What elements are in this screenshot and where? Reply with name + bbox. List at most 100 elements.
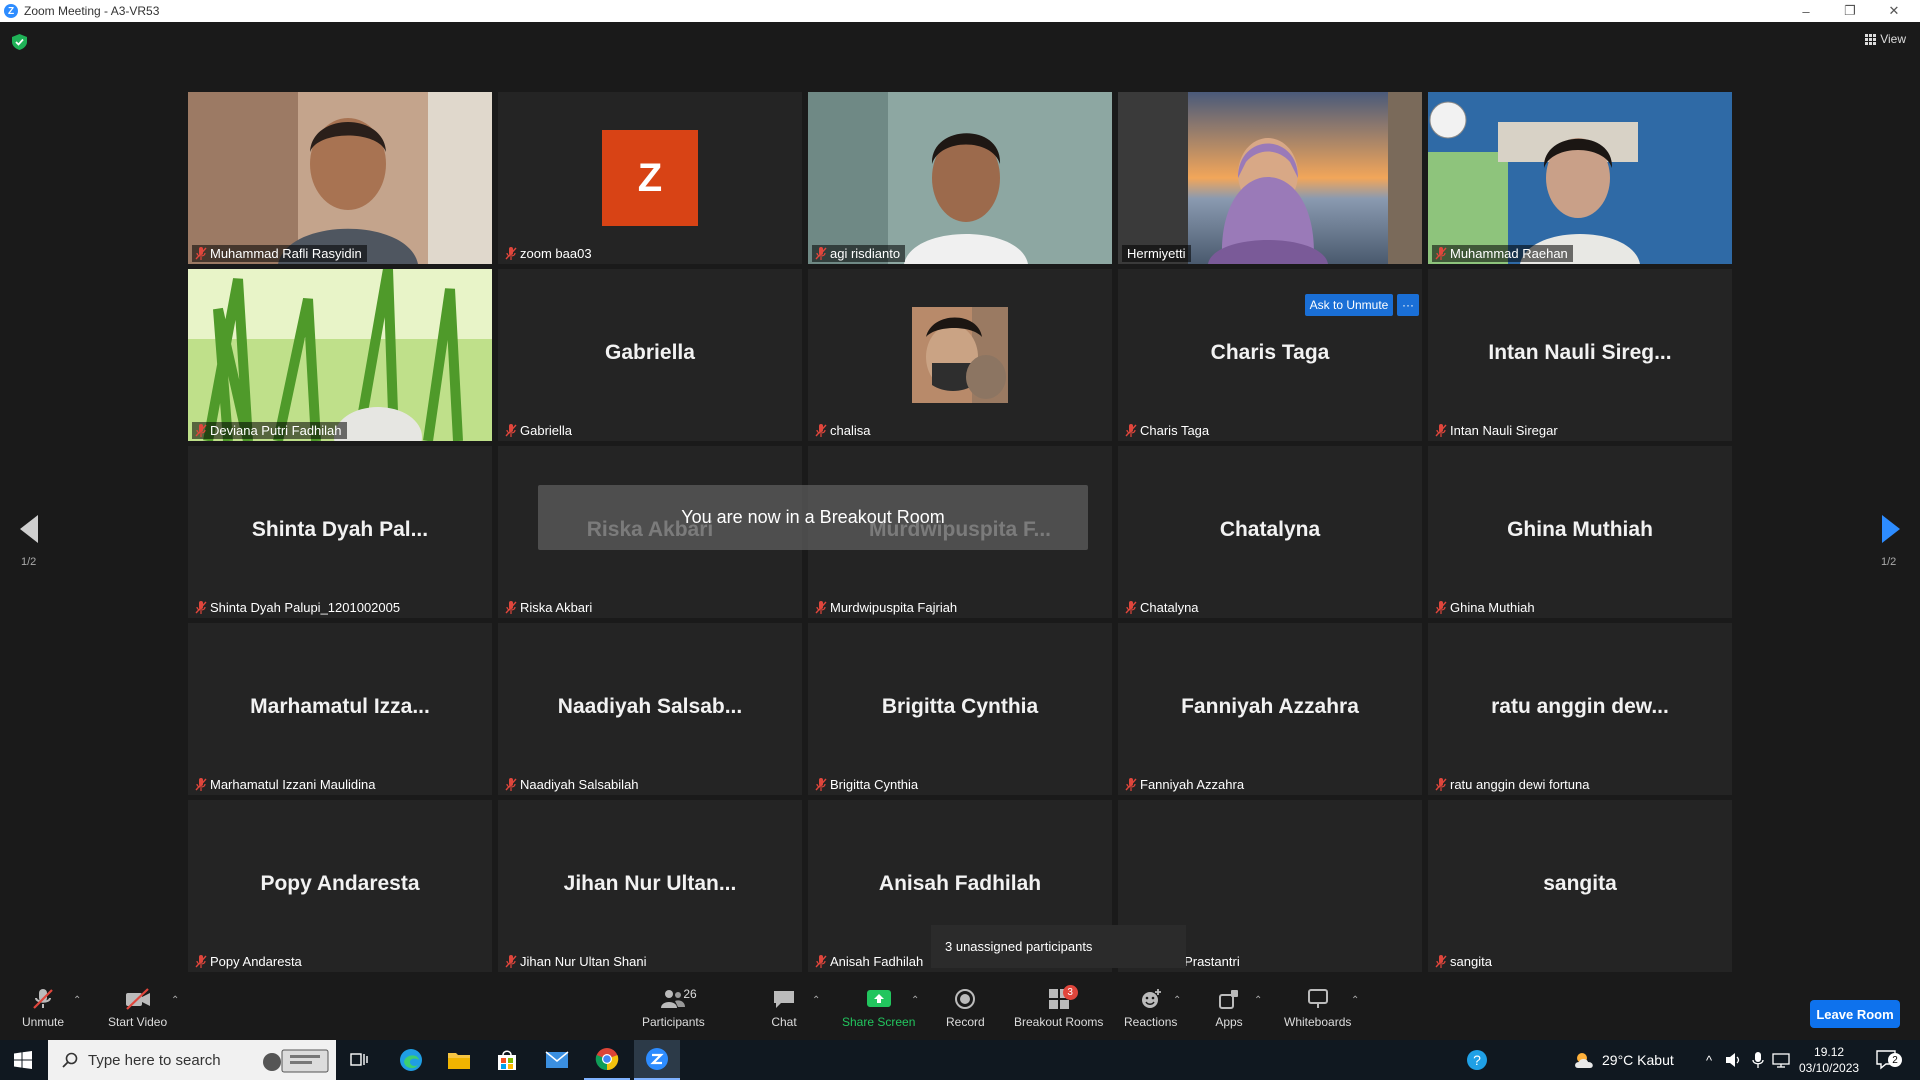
participant-tile[interactable]: Popy Andaresta Popy Andaresta <box>188 800 492 972</box>
clock[interactable]: 19.12 03/10/2023 <box>1799 1040 1859 1080</box>
participant-display-name: Popy Andaresta <box>260 872 420 895</box>
participant-video-feed <box>808 92 1112 264</box>
participant-tile[interactable]: Brigitta Cynthia Brigitta Cynthia <box>808 623 1112 795</box>
left-page-indicator: 1/2 <box>21 556 37 568</box>
microsoft-store-icon[interactable] <box>484 1040 530 1080</box>
participant-name-text: Shinta Dyah Palupi_1201002005 <box>210 600 401 615</box>
participant-tile[interactable]: Ghina Muthiah Ghina Muthiah <box>1428 446 1732 618</box>
previous-page-arrow-icon[interactable] <box>20 515 38 543</box>
apps-options-caret-icon[interactable]: ⌃ <box>1254 995 1262 1006</box>
participant-tile[interactable]: agi risdianto <box>808 92 1112 264</box>
show-hidden-icons-icon[interactable]: ^ <box>1706 1040 1712 1080</box>
grid-view-icon <box>1865 33 1877 45</box>
participant-tile[interactable]: Muhammad Rafli Rasyidin <box>188 92 492 264</box>
chrome-browser-icon[interactable] <box>584 1040 630 1080</box>
participant-name-text: ratu anggin dewi fortuna <box>1450 777 1590 792</box>
participant-name-label: Murdwipuspita Fajriah <box>812 599 962 616</box>
security-shield-icon[interactable] <box>12 34 27 50</box>
unassigned-participants-popup[interactable]: 3 unassigned participants <box>931 925 1186 968</box>
reactions-options-caret-icon[interactable]: ⌃ <box>1173 995 1181 1006</box>
participant-name-text: Intan Nauli Siregar <box>1450 423 1558 438</box>
meeting-stage: View 1/2 1/2 Muhammad Rafli Rasyidin Zzoo… <box>0 22 1920 979</box>
ask-to-unmute-button[interactable]: Ask to Unmute <box>1305 294 1393 316</box>
leave-room-button[interactable]: Leave Room <box>1810 1000 1900 1028</box>
file-explorer-icon[interactable] <box>436 1040 482 1080</box>
participant-tile[interactable]: Naadiyah Salsab... Naadiyah Salsabilah <box>498 623 802 795</box>
participant-tile[interactable]: sangita sangita <box>1428 800 1732 972</box>
reactions-button[interactable]: Reactions <box>1124 987 1177 1029</box>
whiteboards-options-caret-icon[interactable]: ⌃ <box>1351 995 1359 1006</box>
muted-mic-icon <box>195 955 207 968</box>
taskbar-search-box[interactable]: Type here to search <box>48 1040 336 1080</box>
more-options-button[interactable]: ··· <box>1397 294 1419 316</box>
participant-display-name: Chatalyna <box>1219 518 1321 541</box>
participant-tile[interactable]: Shinta Dyah Pal... Shinta Dyah Palupi_120… <box>188 446 492 618</box>
unmute-button[interactable]: Unmute <box>22 987 64 1029</box>
next-page-arrow-icon[interactable] <box>1882 515 1900 543</box>
participant-tile[interactable]: chalisa <box>808 269 1112 441</box>
participant-tile[interactable]: Jihan Nur Ultan... Jihan Nur Ultan Shani <box>498 800 802 972</box>
search-highlight-illustration-icon <box>263 1049 329 1073</box>
start-video-button[interactable]: Start Video <box>108 987 167 1029</box>
zoom-app-icon[interactable] <box>634 1040 680 1080</box>
participant-name-text: Charis Taga <box>1140 423 1210 438</box>
task-view-icon[interactable] <box>336 1040 382 1080</box>
share-options-caret-icon[interactable]: ⌃ <box>911 995 919 1006</box>
weather-widget[interactable]: 29°C Kabut <box>1574 1040 1674 1080</box>
view-button[interactable]: View <box>1865 32 1906 46</box>
participant-name-label: Jihan Nur Ultan Shani <box>502 953 651 970</box>
participant-name-text: Jihan Nur Ultan Shani <box>520 954 647 969</box>
participant-tile[interactable]: Zzoom baa03 <box>498 92 802 264</box>
microphone-muted-icon <box>33 989 53 1009</box>
muted-mic-icon <box>815 601 827 614</box>
minimize-button[interactable]: – <box>1784 0 1828 22</box>
mail-icon[interactable] <box>534 1040 580 1080</box>
participant-display-name: Gabriella <box>605 341 695 364</box>
view-label: View <box>1880 32 1906 46</box>
speaker-volume-icon[interactable] <box>1725 1040 1743 1080</box>
muted-mic-icon <box>1435 424 1447 437</box>
record-button[interactable]: Record <box>946 987 985 1029</box>
muted-mic-icon <box>1125 424 1137 437</box>
participants-count: 26 <box>683 987 697 1001</box>
participants-button[interactable]: 26 Participants <box>642 987 705 1029</box>
windows-start-icon[interactable] <box>0 1040 46 1080</box>
breakout-rooms-badge: 3 <box>1062 985 1078 1000</box>
close-button[interactable]: ✕ <box>1872 0 1916 22</box>
participant-display-name: Intan Nauli Sireg... <box>1488 341 1672 364</box>
audio-options-caret-icon[interactable]: ⌃ <box>73 995 81 1006</box>
edge-browser-icon[interactable] <box>388 1040 434 1080</box>
share-screen-button[interactable]: Share Screen <box>842 987 915 1029</box>
chat-options-caret-icon[interactable]: ⌃ <box>812 995 820 1006</box>
participant-name-text: Muhammad Rafli Rasyidin <box>210 246 362 261</box>
restore-button[interactable]: ❐ <box>1828 0 1872 22</box>
participant-tile[interactable]: Muhammad Raehan <box>1428 92 1732 264</box>
muted-mic-icon <box>195 778 207 791</box>
microphone-tray-icon[interactable] <box>1752 1040 1764 1080</box>
network-icon[interactable] <box>1772 1040 1790 1080</box>
camera-off-icon <box>125 988 150 1010</box>
participant-tile[interactable]: Chatalyna Chatalyna <box>1118 446 1422 618</box>
notification-center-icon[interactable]: 2 <box>1876 1040 1902 1080</box>
chat-button[interactable]: Chat <box>770 987 798 1029</box>
help-tray-icon[interactable]: ? <box>1466 1040 1488 1080</box>
participant-tile[interactable]: Gabriella Gabriella <box>498 269 802 441</box>
participant-tile[interactable]: Intan Nauli Sireg... Intan Nauli Siregar <box>1428 269 1732 441</box>
participant-name-label: Gabriella <box>502 422 577 439</box>
participant-tile[interactable]: ratu anggin dew... ratu anggin dewi fortu… <box>1428 623 1732 795</box>
participant-tile[interactable]: Deviana Putri Fadhilah <box>188 269 492 441</box>
video-options-caret-icon[interactable]: ⌃ <box>171 995 179 1006</box>
participant-display-name: Jihan Nur Ultan... <box>563 872 737 895</box>
unmute-label: Unmute <box>22 1015 65 1029</box>
record-label: Record <box>946 1015 985 1029</box>
share-screen-icon <box>866 990 891 1007</box>
participant-display-name: Shinta Dyah Pal... <box>251 518 429 541</box>
breakout-rooms-button[interactable]: 3 Breakout Rooms <box>1014 985 1103 1029</box>
participant-tile[interactable]: Marhamatul Izza... Marhamatul Izzani Maul… <box>188 623 492 795</box>
participant-name-text: Gabriella <box>520 423 573 438</box>
muted-mic-icon <box>505 955 517 968</box>
whiteboards-button[interactable]: Whiteboards <box>1284 987 1351 1029</box>
participant-tile[interactable]: Fanniyah Azzahra Fanniyah Azzahra <box>1118 623 1422 795</box>
participant-tile[interactable]: Hermiyetti <box>1118 92 1422 264</box>
apps-button[interactable]: Apps <box>1215 987 1243 1029</box>
